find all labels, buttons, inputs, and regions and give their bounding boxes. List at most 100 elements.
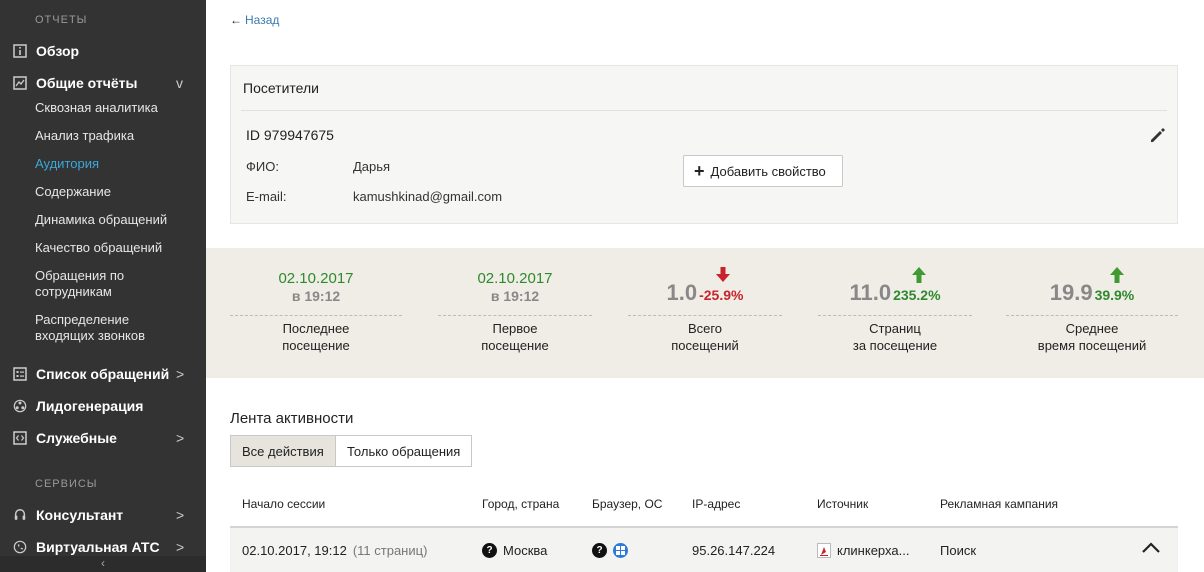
stat-number: 1.0 — [666, 280, 698, 305]
stat-caption: Всего посещений — [628, 320, 782, 354]
back-link[interactable]: ← Назад — [230, 13, 279, 27]
stat-change: 39.9% — [1094, 287, 1135, 303]
unknown-browser-icon: ? — [592, 543, 607, 558]
section-services-heading: СЕРВИСЫ — [35, 478, 98, 490]
sidebar-subitem-requests-dynamics[interactable]: Динамика обращений — [35, 212, 185, 228]
stat-caption: Страниц за посещение — [818, 320, 972, 354]
plus-icon: + — [694, 161, 705, 181]
stat-caption-line2: за посещение — [852, 338, 938, 353]
sidebar-item-label: Служебные — [36, 430, 117, 446]
divider — [241, 110, 1167, 111]
stat-date: 02.10.2017 — [477, 270, 553, 287]
email-label: E-mail: — [246, 189, 287, 204]
sidebar-subitem-incoming-calls[interactable]: Распределение входящих звонков — [35, 312, 155, 344]
session-start-value: 02.10.2017, 19:12 — [242, 543, 347, 558]
stat-caption: Среднее время посещений — [1006, 320, 1178, 354]
stat-caption: Последнее посещение — [230, 320, 402, 354]
sidebar-subitem-audience[interactable]: Аудитория — [35, 156, 185, 172]
headset-icon — [13, 508, 27, 522]
filter-requests-only-button[interactable]: Только обращения — [335, 435, 473, 467]
windows-os-icon — [613, 543, 628, 558]
list-icon — [13, 367, 27, 381]
sidebar-item-label: Консультант — [36, 507, 124, 523]
stat-date: 02.10.2017 — [278, 270, 354, 287]
sidebar-subitem-content[interactable]: Содержание — [35, 184, 185, 200]
stat-time: в 19:12 — [490, 288, 540, 304]
sidebar-item-requests-list[interactable]: Список обращений > — [0, 360, 206, 388]
stat-caption-line1: Среднее — [1065, 321, 1119, 336]
chevron-right-icon: > — [176, 539, 185, 555]
network-icon — [13, 399, 27, 413]
stat-caption-line2: время посещений — [1037, 338, 1147, 353]
sidebar-item-label: Обзор — [36, 43, 80, 59]
stat-number: 11.0 — [849, 280, 892, 305]
sidebar-item-leadgen[interactable]: Лидогенерация — [0, 392, 206, 420]
cell-ip: 95.26.147.224 — [692, 543, 776, 558]
phone-icon — [13, 540, 27, 554]
sidebar-item-label: Список обращений — [36, 366, 170, 382]
stat-value: 1.0 -25.9% — [628, 280, 782, 306]
sidebar-item-label: Лидогенерация — [36, 398, 144, 414]
divider — [438, 315, 592, 316]
sidebar-item-overview[interactable]: Обзор — [0, 37, 206, 65]
stat-time: в 19:12 — [291, 288, 341, 304]
fio-label: ФИО: — [246, 159, 279, 174]
divider — [818, 315, 972, 316]
stat-caption-line1: Первое — [492, 321, 538, 336]
sidebar-item-general-reports[interactable]: Общие отчёты v — [0, 69, 206, 97]
stat-change: -25.9% — [699, 287, 744, 303]
pages-count: (11 страниц) — [352, 543, 428, 558]
info-icon — [13, 44, 27, 58]
fio-value: Дарья — [353, 159, 391, 174]
sidebar-item-label: Виртуальная АТС — [36, 539, 160, 555]
source-favicon-icon — [817, 543, 831, 558]
cell-session-start: 02.10.2017, 19:12 (11 страниц) — [242, 543, 427, 558]
column-header-city[interactable]: Город, страна — [482, 497, 559, 511]
sidebar: ОТЧЕТЫ Обзор Общие отчёты v Сквозная ана… — [0, 0, 206, 572]
collapse-sidebar-button[interactable]: ‹ — [0, 556, 206, 572]
chevron-right-icon: > — [176, 507, 185, 523]
sidebar-item-label: Общие отчёты — [36, 75, 138, 91]
section-reports-heading: ОТЧЕТЫ — [35, 14, 88, 26]
column-header-source[interactable]: Источник — [817, 497, 868, 511]
sidebar-subitem-traffic[interactable]: Анализ трафика — [35, 128, 185, 144]
activity-feed-title: Лента активности — [230, 410, 354, 427]
sidebar-item-service[interactable]: Служебные > — [0, 424, 206, 452]
sidebar-subitem-requests-by-staff[interactable]: Обращения по сотрудникам — [35, 268, 155, 300]
cell-city: ? Москва — [482, 543, 547, 558]
sidebar-subitem-analytics[interactable]: Сквозная аналитика — [35, 100, 185, 116]
add-property-button[interactable]: + Добавить свойство — [683, 155, 843, 187]
visitor-id: ID 979947675 — [246, 127, 334, 143]
stat-number: 19.9 — [1049, 280, 1093, 305]
arrow-left-icon: ← — [230, 13, 242, 27]
edit-pencil-icon[interactable] — [1149, 126, 1167, 144]
stat-caption-line2: посещение — [282, 338, 350, 353]
filter-all-actions-button[interactable]: Все действия — [230, 435, 336, 467]
unknown-country-icon: ? — [482, 543, 497, 558]
stat-value: 19.9 39.9% — [1006, 280, 1178, 306]
stat-caption-line1: Последнее — [282, 321, 350, 336]
chevron-right-icon: > — [176, 430, 185, 446]
add-property-label: Добавить свойство — [710, 163, 826, 179]
email-value: kamushkinad@gmail.com — [353, 189, 503, 204]
sidebar-item-consultant[interactable]: Консультант > — [0, 501, 206, 529]
column-header-browser-os[interactable]: Браузер, ОС — [592, 497, 662, 511]
back-link-label: Назад — [245, 13, 280, 27]
cell-browser-os: ? — [592, 543, 628, 558]
sidebar-subitem-requests-quality[interactable]: Качество обращений — [35, 240, 185, 256]
column-header-session-start[interactable]: Начало сессии — [242, 497, 325, 511]
stat-caption-line2: посещений — [671, 338, 739, 353]
stat-caption-line1: Всего — [687, 321, 723, 336]
column-header-campaign[interactable]: Рекламная кампания — [940, 497, 1058, 511]
visitor-card-title: Посетители — [243, 80, 319, 96]
city-value: Москва — [503, 543, 548, 558]
code-icon — [13, 431, 27, 445]
cell-source: клинкерха... — [817, 543, 909, 558]
stat-caption-line2: посещение — [481, 338, 549, 353]
stat-change: 235.2% — [893, 287, 941, 303]
stat-caption-line1: Страниц — [869, 321, 921, 336]
column-header-ip[interactable]: IP-адрес — [692, 497, 740, 511]
stat-caption: Первое посещение — [438, 320, 592, 354]
chevron-up-icon[interactable] — [1141, 540, 1161, 556]
stats-band: 02.10.2017 в 19:12 Последнее посещение 0… — [206, 248, 1204, 378]
